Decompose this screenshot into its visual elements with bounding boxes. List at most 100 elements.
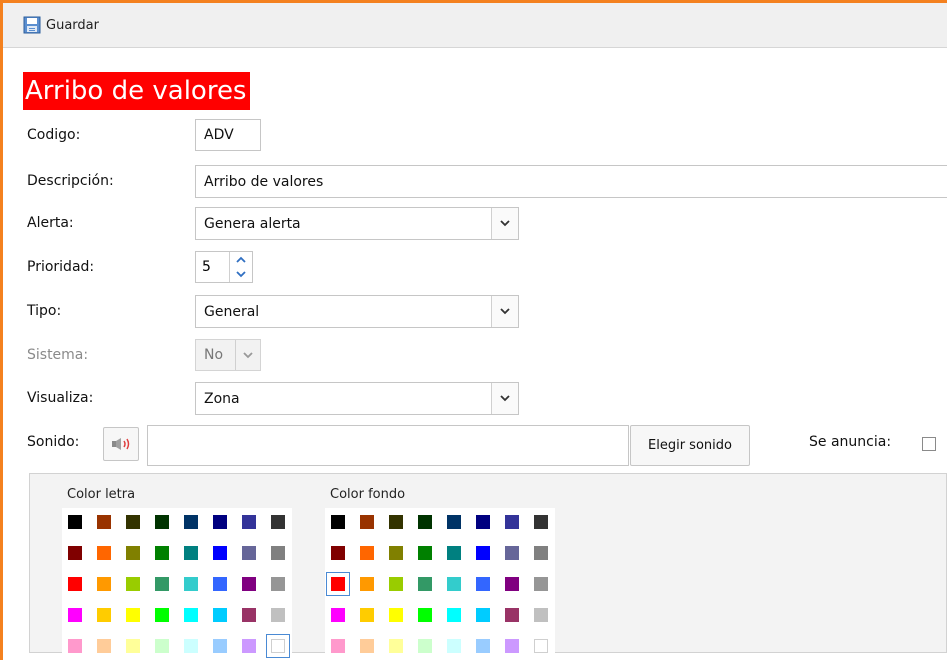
color-letra-swatch[interactable] (68, 639, 82, 653)
color-letra-swatch[interactable] (126, 608, 140, 622)
color-letra-swatch[interactable] (271, 639, 285, 653)
color-fondo-palette (325, 508, 555, 660)
color-fondo-swatch[interactable] (360, 608, 374, 622)
color-fondo-swatch[interactable] (447, 577, 461, 591)
play-sound-button[interactable] (103, 427, 139, 461)
color-fondo-swatch[interactable] (447, 608, 461, 622)
color-fondo-swatch[interactable] (447, 515, 461, 529)
color-letra-swatch[interactable] (242, 608, 256, 622)
color-fondo-swatch[interactable] (418, 515, 432, 529)
color-fondo-swatch[interactable] (331, 608, 345, 622)
color-letra-swatch[interactable] (68, 608, 82, 622)
color-fondo-swatch[interactable] (418, 608, 432, 622)
color-fondo-swatch[interactable] (447, 546, 461, 560)
chevron-down-icon[interactable] (491, 383, 518, 414)
color-letra-swatch[interactable] (155, 639, 169, 653)
color-letra-swatch[interactable] (184, 515, 198, 529)
color-fondo-swatch[interactable] (534, 577, 548, 591)
color-letra-swatch[interactable] (126, 577, 140, 591)
color-letra-swatch[interactable] (242, 577, 256, 591)
color-letra-swatch[interactable] (155, 608, 169, 622)
color-fondo-swatch[interactable] (505, 639, 519, 653)
chevron-down-icon[interactable] (491, 208, 518, 239)
color-letra-swatch[interactable] (97, 546, 111, 560)
save-button[interactable]: Guardar (23, 13, 99, 37)
chevron-down-icon[interactable] (491, 296, 518, 327)
color-fondo-swatch[interactable] (360, 546, 374, 560)
color-fondo-swatch[interactable] (331, 515, 345, 529)
color-fondo-swatch[interactable] (360, 515, 374, 529)
color-fondo-swatch[interactable] (418, 577, 432, 591)
color-fondo-swatch[interactable] (476, 608, 490, 622)
color-letra-swatch[interactable] (126, 515, 140, 529)
codigo-field[interactable]: ADV (195, 119, 261, 151)
color-fondo-swatch[interactable] (331, 639, 345, 653)
color-fondo-swatch[interactable] (534, 546, 548, 560)
color-letra-swatch[interactable] (271, 608, 285, 622)
prioridad-stepper[interactable]: 5 (195, 251, 253, 283)
color-letra-swatch[interactable] (155, 515, 169, 529)
color-letra-swatch[interactable] (213, 546, 227, 560)
chevron-down-icon (235, 340, 260, 370)
color-fondo-swatch[interactable] (389, 608, 403, 622)
color-letra-swatch[interactable] (184, 577, 198, 591)
sonido-field[interactable] (147, 425, 629, 466)
color-letra-swatch[interactable] (271, 546, 285, 560)
stepper-up-icon[interactable] (230, 252, 252, 267)
color-letra-swatch[interactable] (155, 546, 169, 560)
color-letra-swatch[interactable] (184, 639, 198, 653)
color-fondo-swatch[interactable] (476, 546, 490, 560)
sistema-value: No (204, 347, 224, 363)
color-letra-swatch[interactable] (213, 515, 227, 529)
color-fondo-swatch[interactable] (418, 546, 432, 560)
color-fondo-swatch[interactable] (505, 577, 519, 591)
color-letra-swatch[interactable] (242, 639, 256, 653)
choose-sound-button[interactable]: Elegir sonido (630, 425, 750, 466)
visualiza-select[interactable]: Zona (195, 382, 519, 415)
color-fondo-swatch[interactable] (534, 639, 548, 653)
color-letra-swatch[interactable] (213, 608, 227, 622)
color-letra-swatch[interactable] (126, 639, 140, 653)
color-letra-swatch[interactable] (242, 546, 256, 560)
color-fondo-swatch[interactable] (534, 608, 548, 622)
color-letra-swatch[interactable] (155, 577, 169, 591)
color-fondo-swatch[interactable] (505, 515, 519, 529)
alerta-select[interactable]: Genera alerta (195, 207, 519, 240)
color-letra-swatch[interactable] (97, 515, 111, 529)
color-letra-swatch[interactable] (242, 515, 256, 529)
color-letra-swatch[interactable] (68, 577, 82, 591)
se-anuncia-checkbox[interactable] (922, 437, 936, 451)
color-fondo-swatch[interactable] (389, 515, 403, 529)
color-letra-swatch[interactable] (126, 546, 140, 560)
color-fondo-swatch[interactable] (331, 546, 345, 560)
color-fondo-swatch[interactable] (476, 577, 490, 591)
color-letra-swatch[interactable] (97, 639, 111, 653)
visualiza-value: Zona (204, 390, 240, 407)
color-letra-swatch[interactable] (184, 608, 198, 622)
color-letra-swatch[interactable] (68, 515, 82, 529)
color-letra-swatch[interactable] (68, 546, 82, 560)
color-fondo-swatch[interactable] (389, 577, 403, 591)
descripcion-field[interactable]: Arribo de valores (195, 165, 947, 198)
color-fondo-swatch[interactable] (447, 639, 461, 653)
color-fondo-swatch[interactable] (534, 515, 548, 529)
color-fondo-swatch[interactable] (331, 577, 345, 591)
color-fondo-swatch[interactable] (418, 639, 432, 653)
color-fondo-swatch[interactable] (505, 546, 519, 560)
color-letra-swatch[interactable] (97, 608, 111, 622)
color-letra-swatch[interactable] (97, 577, 111, 591)
color-letra-swatch[interactable] (271, 515, 285, 529)
color-letra-swatch[interactable] (213, 577, 227, 591)
color-fondo-swatch[interactable] (476, 639, 490, 653)
color-fondo-swatch[interactable] (360, 577, 374, 591)
color-fondo-swatch[interactable] (505, 608, 519, 622)
stepper-down-icon[interactable] (230, 267, 252, 282)
tipo-select[interactable]: General (195, 295, 519, 328)
color-fondo-swatch[interactable] (360, 639, 374, 653)
color-fondo-swatch[interactable] (476, 515, 490, 529)
color-fondo-swatch[interactable] (389, 546, 403, 560)
color-letra-swatch[interactable] (184, 546, 198, 560)
color-letra-swatch[interactable] (271, 577, 285, 591)
color-letra-swatch[interactable] (213, 639, 227, 653)
color-fondo-swatch[interactable] (389, 639, 403, 653)
